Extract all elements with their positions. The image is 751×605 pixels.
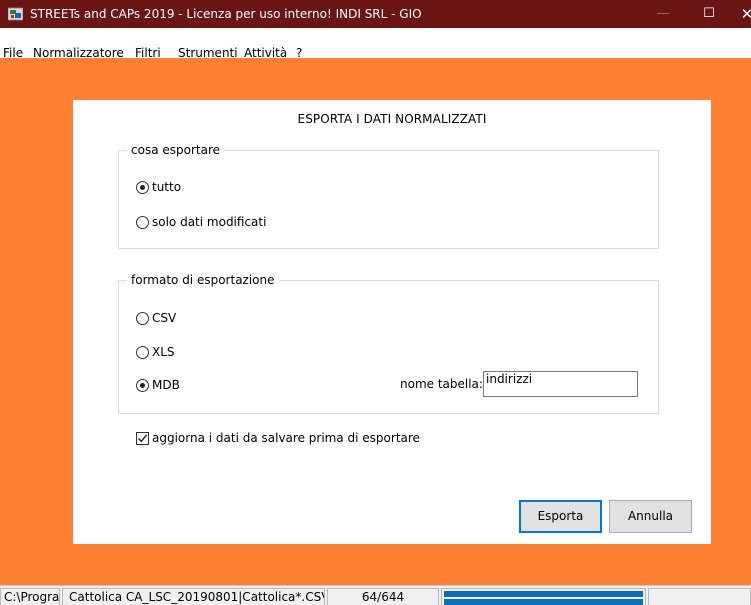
radio-csv[interactable]: CSV xyxy=(136,311,176,325)
status-path: C:\ProgramData\ xyxy=(0,588,60,605)
status-progress-bar xyxy=(441,588,646,605)
radio-tutto[interactable]: tutto xyxy=(136,180,181,194)
what-to-export-group: cosa esportare tutto solo dati modificat… xyxy=(118,143,659,249)
table-name-label: nome tabella: xyxy=(400,377,483,391)
export-format-legend: formato di esportazione xyxy=(127,273,279,287)
export-button[interactable]: Esporta xyxy=(519,500,602,533)
close-button[interactable]: ✕ xyxy=(732,0,751,28)
dialog-title: ESPORTA I DATI NORMALIZZATI xyxy=(297,112,487,126)
radio-mdb[interactable]: MDB xyxy=(136,378,180,392)
radio-solo-modificati[interactable]: solo dati modificati xyxy=(136,215,266,229)
window-title: STREETs and CAPs 2019 - Licenza per uso … xyxy=(30,7,422,21)
radio-unchecked-icon xyxy=(136,215,149,229)
export-dialog: ESPORTA I DATI NORMALIZZATI cosa esporta… xyxy=(73,100,711,544)
checkbox-checked-icon xyxy=(136,431,149,445)
table-name-input[interactable]: indirizzi xyxy=(483,371,638,397)
radio-xls-label: XLS xyxy=(152,345,175,359)
what-to-export-legend: cosa esportare xyxy=(127,143,224,157)
minimize-button[interactable]: — xyxy=(640,0,686,28)
export-format-group: formato di esportazione CSV XLS MDB nome… xyxy=(118,273,659,414)
cancel-button[interactable]: Annulla xyxy=(609,500,692,533)
radio-unchecked-icon xyxy=(136,345,149,359)
status-count: 64/644 xyxy=(327,588,439,605)
radio-xls[interactable]: XLS xyxy=(136,345,175,359)
radio-unchecked-icon xyxy=(136,311,149,325)
status-extra xyxy=(648,588,751,605)
radio-checked-icon xyxy=(136,378,149,392)
update-before-export-label: aggiorna i dati da salvare prima di espo… xyxy=(152,431,420,445)
radio-solo-modificati-label: solo dati modificati xyxy=(152,215,267,229)
title-bar[interactable]: STREETs and CAPs 2019 - Licenza per uso … xyxy=(0,0,751,28)
radio-checked-icon xyxy=(136,180,149,194)
maximize-button[interactable]: ☐ xyxy=(686,0,732,28)
radio-tutto-label: tutto xyxy=(152,180,182,194)
update-before-export-checkbox[interactable]: aggiorna i dati da salvare prima di espo… xyxy=(136,431,420,445)
app-icon xyxy=(8,7,23,21)
status-file: Cattolica CA_LSC_20190801|Cattolica*.CSV xyxy=(62,588,325,605)
radio-csv-label: CSV xyxy=(152,311,177,325)
progress-fill xyxy=(444,591,643,605)
status-bar: C:\ProgramData\ Cattolica CA_LSC_2019080… xyxy=(0,585,751,605)
menu-bar: File Normalizzatore Filtri Strumenti Att… xyxy=(0,28,751,86)
radio-mdb-label: MDB xyxy=(152,378,180,392)
